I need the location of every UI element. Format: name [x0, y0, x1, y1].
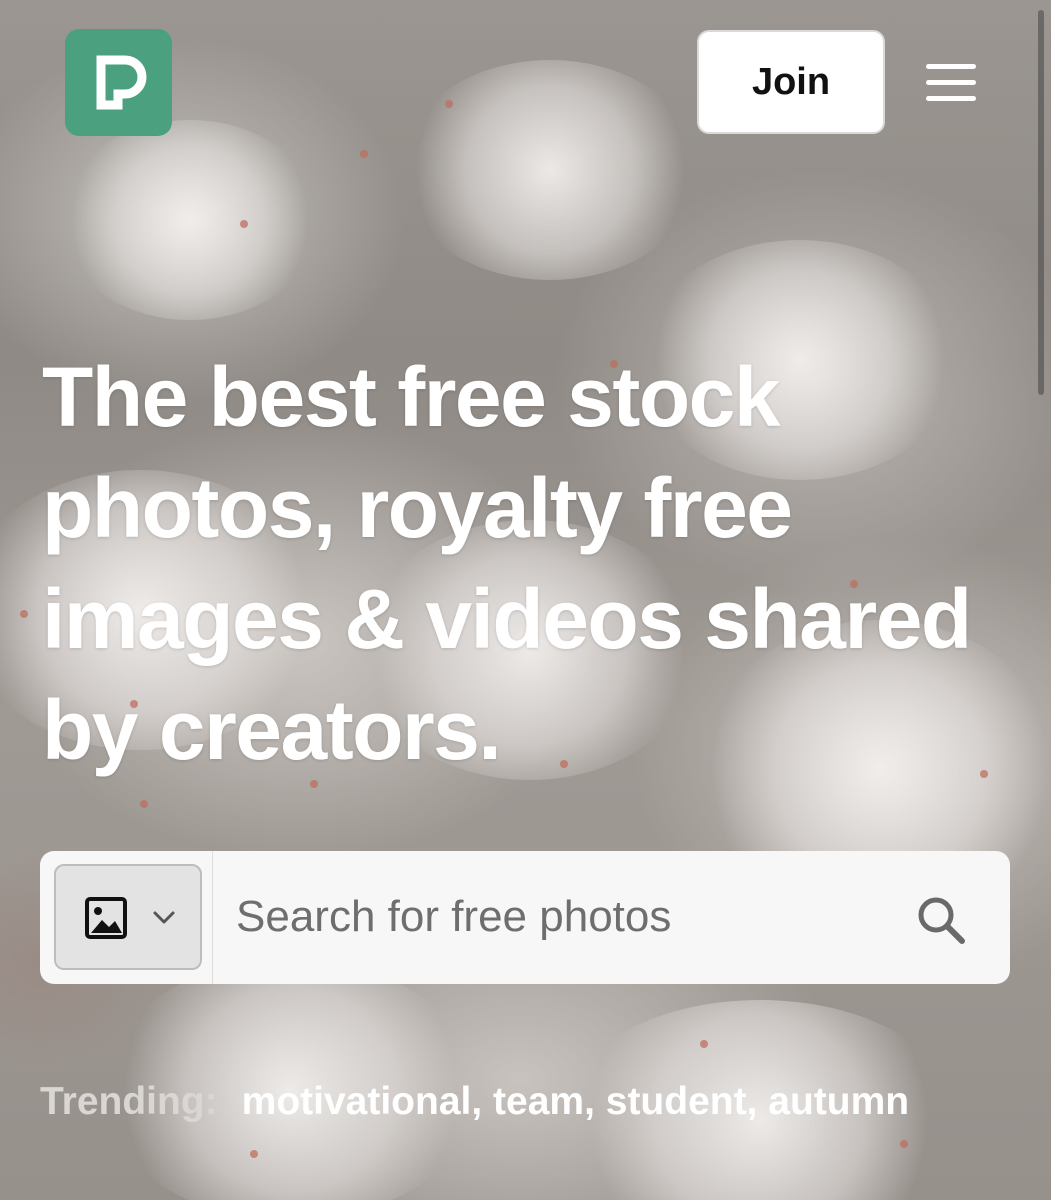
chevron-down-icon	[153, 911, 175, 924]
search-divider	[212, 851, 213, 984]
trending-label: Trending:	[40, 1080, 218, 1123]
image-icon	[85, 897, 127, 939]
search-type-dropdown[interactable]	[54, 864, 202, 970]
trending-link-autumn[interactable]: autumn	[768, 1080, 909, 1123]
join-button[interactable]: Join	[697, 30, 885, 134]
hero-headline: The best free stock photos, royalty free…	[42, 350, 972, 777]
scrollbar-thumb[interactable]	[1038, 10, 1044, 395]
logo-link[interactable]	[65, 29, 172, 136]
trending-link-student[interactable]: student	[606, 1080, 747, 1123]
trending-link-motivational[interactable]: motivational	[242, 1080, 472, 1123]
search-submit-button[interactable]	[912, 891, 972, 951]
hamburger-menu-icon	[926, 64, 976, 101]
trending-link-team[interactable]: team	[493, 1080, 584, 1123]
pexels-logo-icon	[96, 55, 147, 110]
search-input[interactable]	[230, 871, 890, 963]
menu-button[interactable]	[920, 60, 982, 106]
search-icon	[918, 897, 965, 944]
search-bar	[40, 851, 1010, 984]
trending-searches: Trending: motivational, team, student, au…	[40, 1080, 910, 1123]
